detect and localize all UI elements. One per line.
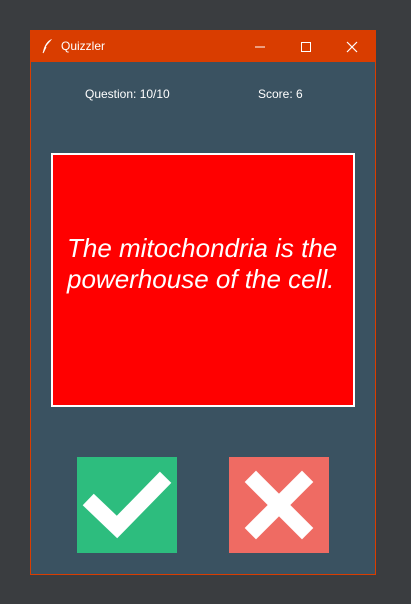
maximize-icon xyxy=(301,42,311,52)
window-title: Quizzler xyxy=(61,39,106,53)
close-button[interactable] xyxy=(329,31,375,62)
close-icon xyxy=(346,41,358,53)
true-button[interactable] xyxy=(77,457,177,553)
feather-icon xyxy=(41,38,55,54)
false-button[interactable] xyxy=(229,457,329,553)
minimize-icon xyxy=(255,46,265,48)
title-bar[interactable]: Quizzler xyxy=(31,31,375,62)
score-counter: Score: 6 xyxy=(258,87,303,101)
status-row: Question: 10/10 Score: 6 xyxy=(31,87,375,103)
question-card: The mitochondria is the powerhouse of th… xyxy=(51,153,355,407)
maximize-button[interactable] xyxy=(283,31,329,62)
app-window: Quizzler Question: 10/10 Score: 6 The mi… xyxy=(30,30,376,575)
cross-icon xyxy=(244,470,314,540)
minimize-button[interactable] xyxy=(237,31,283,62)
checkmark-icon xyxy=(82,471,172,539)
question-text: The mitochondria is the powerhouse of th… xyxy=(67,233,338,294)
question-counter: Question: 10/10 xyxy=(85,87,170,101)
